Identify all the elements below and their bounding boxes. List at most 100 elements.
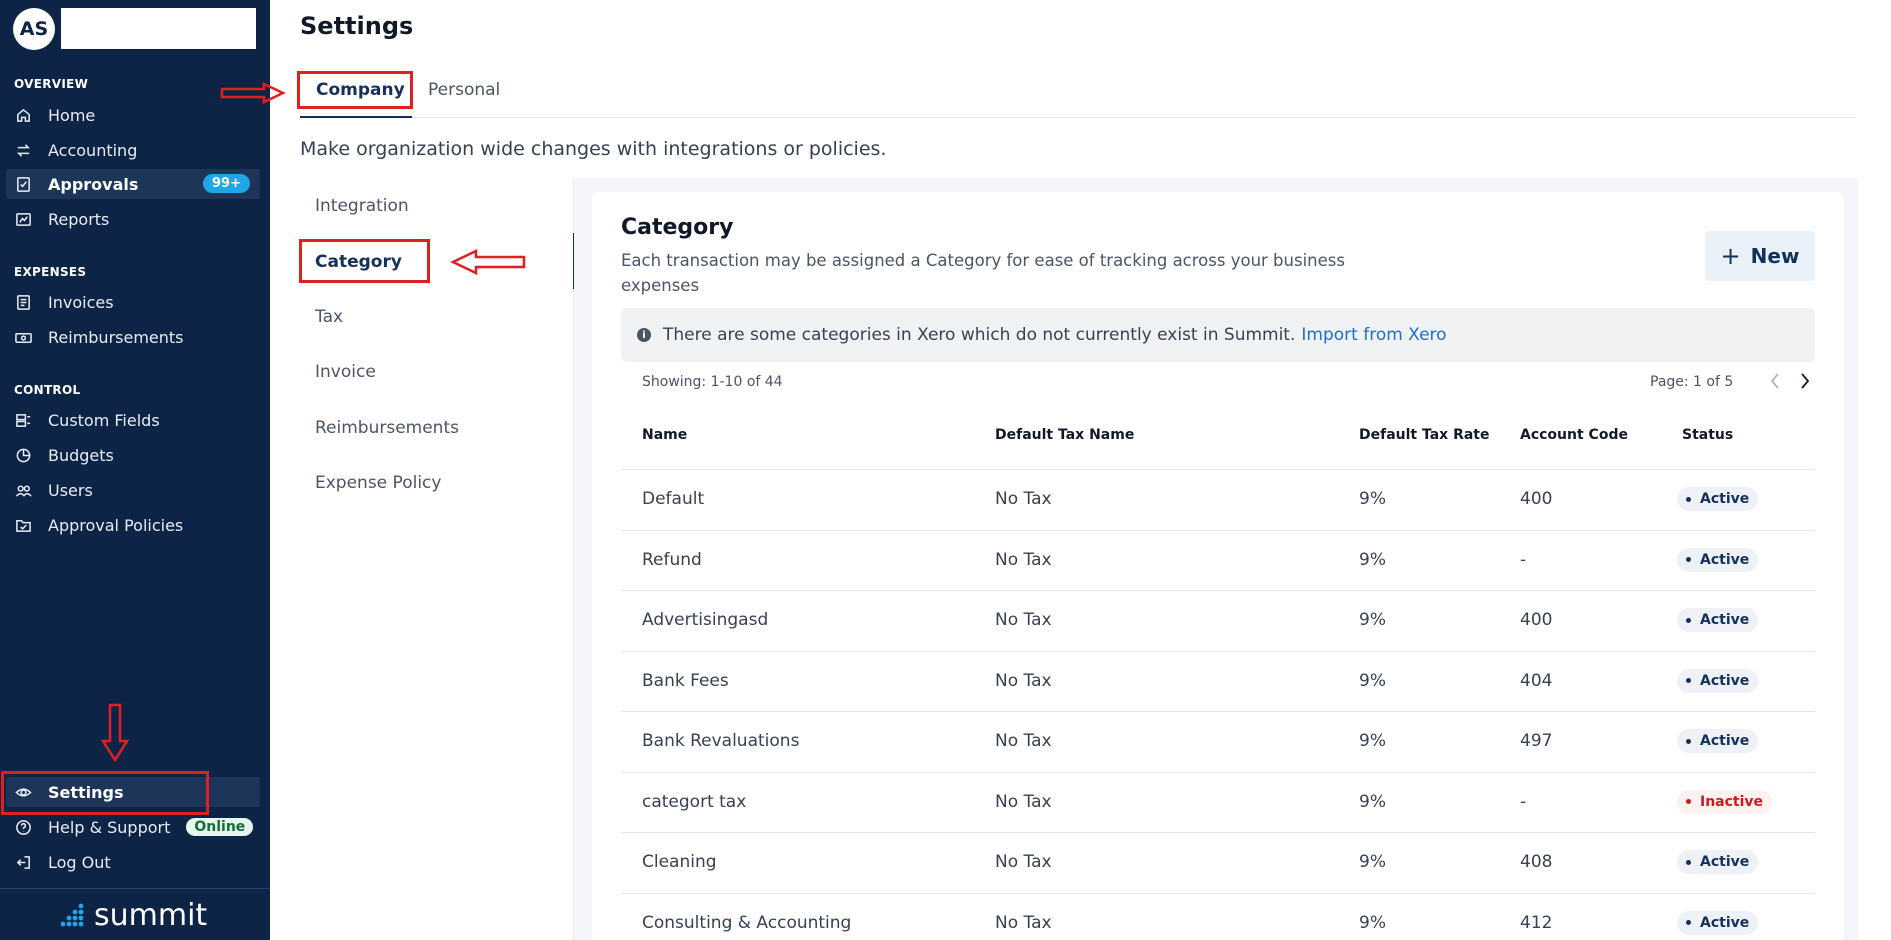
table-row[interactable]: Bank Fees No Tax 9% 404 Active <box>621 650 1815 711</box>
subnav-integration[interactable]: Integration <box>315 196 409 216</box>
cell-account-code: 497 <box>1520 731 1553 751</box>
status-dot-icon <box>1686 859 1691 865</box>
table-row[interactable]: Bank Revaluations No Tax 9% 497 Active <box>621 711 1815 771</box>
next-page-button[interactable] <box>1795 369 1815 393</box>
xero-import-notice: i There are some categories in Xero whic… <box>621 308 1815 362</box>
subnav-category[interactable]: Category <box>315 252 402 272</box>
status-dot-icon <box>1686 920 1691 925</box>
table-row[interactable]: Advertisingasd No Tax 9% 400 Active <box>621 590 1815 650</box>
cell-tax-rate: 9% <box>1359 852 1386 872</box>
previous-page-button[interactable] <box>1765 369 1785 393</box>
sidebar-item-label: Log Out <box>48 852 111 872</box>
table-row[interactable]: Default No Tax 9% 400 Active <box>621 469 1815 529</box>
sidebar-item-label: Reports <box>48 209 110 229</box>
table-row[interactable]: Cleaning No Tax 9% 408 Active <box>621 832 1815 892</box>
sidebar-item-custom-fields[interactable]: Custom Fields <box>6 405 260 435</box>
status-label: Active <box>1700 551 1750 568</box>
cell-name: Refund <box>642 549 702 570</box>
sidebar-item-home[interactable]: Home <box>6 100 260 130</box>
tab-personal[interactable]: Personal <box>428 80 500 100</box>
approval-icon <box>14 175 32 193</box>
cell-account-code: 400 <box>1520 610 1553 630</box>
cell-account-code: - <box>1520 549 1527 570</box>
transfer-icon <box>14 141 32 159</box>
status-badge: Active <box>1677 668 1759 693</box>
column-header-name[interactable]: Name <box>642 427 687 443</box>
tab-company[interactable]: Company <box>316 80 405 100</box>
showing-count: Showing: 1-10 of 44 <box>642 374 783 390</box>
sidebar-item-label: Help & Support <box>48 817 171 837</box>
sidebar-item-accounting[interactable]: Accounting <box>6 135 260 165</box>
sidebar-item-budgets[interactable]: Budgets <box>6 440 260 470</box>
organization-switcher[interactable] <box>61 8 256 49</box>
sidebar-item-label: Users <box>48 480 93 500</box>
import-from-xero-link[interactable]: Import from Xero <box>1301 325 1446 345</box>
sidebar-item-reimbursements[interactable]: Reimbursements <box>6 322 260 352</box>
cell-tax-name: No Tax <box>995 549 1052 570</box>
cell-name: Default <box>642 489 705 509</box>
plus-icon: + <box>1720 242 1741 270</box>
subnav-invoice[interactable]: Invoice <box>315 362 376 382</box>
cell-name: Bank Fees <box>642 670 729 691</box>
cell-tax-rate: 9% <box>1359 912 1386 933</box>
sidebar-item-label: Home <box>48 105 96 125</box>
cell-tax-rate: 9% <box>1359 670 1386 691</box>
cell-name: Advertisingasd <box>642 610 769 630</box>
annotation-arrow-left-icon <box>450 249 526 275</box>
table-row[interactable]: Refund No Tax 9% - Active <box>621 529 1815 590</box>
cell-account-code: 408 <box>1520 852 1553 872</box>
sidebar-item-users[interactable]: Users <box>6 475 260 505</box>
status-dot-icon <box>1686 799 1691 804</box>
cell-tax-name: No Tax <box>995 912 1052 933</box>
sidebar-item-label: Custom Fields <box>48 410 160 430</box>
subnav-reimbursements[interactable]: Reimbursements <box>315 418 459 438</box>
sidebar-item-logout[interactable]: Log Out <box>6 847 260 877</box>
online-status-badge: Online <box>186 818 254 836</box>
active-tab-indicator <box>300 116 412 118</box>
status-label: Inactive <box>1700 793 1764 810</box>
table-row[interactable]: categort tax No Tax 9% - Inactive <box>621 771 1815 832</box>
invoice-icon <box>14 293 32 311</box>
cell-tax-name: No Tax <box>995 610 1052 630</box>
folder-check-icon <box>14 516 32 534</box>
cell-account-code: 404 <box>1520 670 1553 691</box>
new-category-button[interactable]: + New <box>1705 231 1815 281</box>
status-dot-icon <box>1686 496 1691 502</box>
cell-tax-name: No Tax <box>995 791 1052 812</box>
status-label: Active <box>1700 733 1750 749</box>
column-header-tax-rate[interactable]: Default Tax Rate <box>1359 427 1490 443</box>
sidebar-item-invoices[interactable]: Invoices <box>6 287 260 317</box>
cell-tax-name: No Tax <box>995 489 1052 509</box>
pie-chart-icon <box>14 446 32 464</box>
status-label: Active <box>1700 672 1750 689</box>
sidebar-item-help[interactable]: Help & Support Online <box>6 812 260 842</box>
avatar[interactable]: AS <box>13 8 55 50</box>
status-dot-icon <box>1686 678 1691 683</box>
page-title: Settings <box>300 12 414 40</box>
status-badge: Inactive <box>1677 789 1773 814</box>
status-dot-icon <box>1686 617 1691 623</box>
status-badge: Active <box>1677 910 1759 935</box>
subnav-expense-policy[interactable]: Expense Policy <box>315 473 441 493</box>
chevron-left-icon <box>1770 373 1779 389</box>
approvals-count-badge: 99+ <box>203 174 250 193</box>
subnav-tax[interactable]: Tax <box>315 307 343 327</box>
column-header-status[interactable]: Status <box>1682 427 1733 443</box>
column-header-account-code[interactable]: Account Code <box>1520 427 1628 443</box>
sidebar-item-settings[interactable]: Settings <box>6 777 260 807</box>
column-header-tax-name[interactable]: Default Tax Name <box>995 427 1134 443</box>
cell-tax-rate: 9% <box>1359 610 1386 630</box>
section-control: CONTROL <box>14 383 81 397</box>
status-dot-icon <box>1686 557 1691 562</box>
sidebar-item-reports[interactable]: Reports <box>6 204 260 234</box>
table-row[interactable]: Consulting & Accounting No Tax 9% 412 Active <box>621 892 1815 940</box>
annotation-arrow-right-icon <box>220 82 286 104</box>
sidebar-divider <box>0 888 270 889</box>
annotation-arrow-down-icon <box>101 703 129 763</box>
sidebar-item-approval-policies[interactable]: Approval Policies <box>6 510 260 540</box>
brand-name: summit <box>94 897 208 933</box>
sidebar-item-approvals[interactable]: Approvals 99+ <box>6 169 260 199</box>
cash-icon <box>14 328 32 346</box>
status-badge: Active <box>1677 608 1759 632</box>
status-badge: Active <box>1677 850 1759 874</box>
